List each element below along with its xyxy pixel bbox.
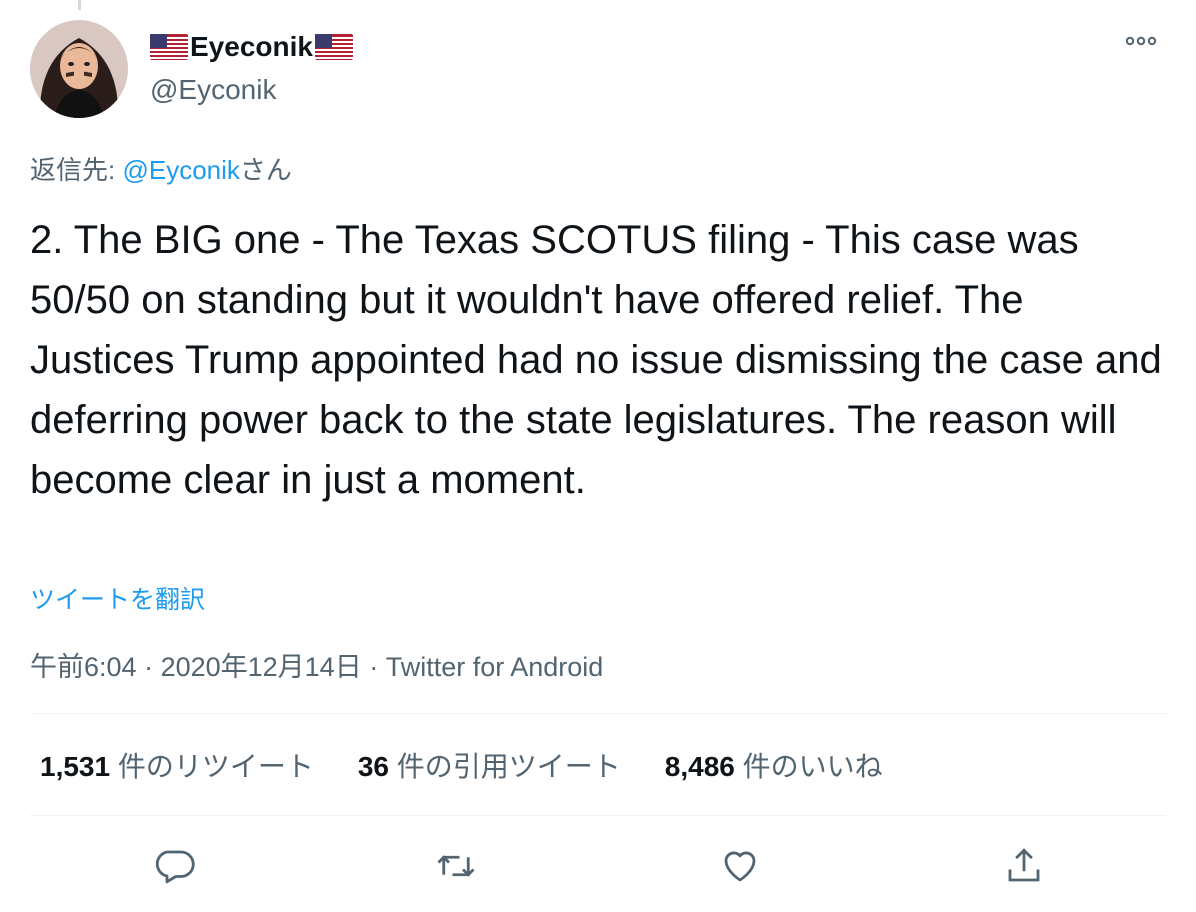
likes-stat[interactable]: 8,486 件のいいね (665, 745, 883, 785)
tweet-time[interactable]: 午前6:04 (30, 652, 137, 682)
author-display-name[interactable]: Eyeconik (150, 28, 353, 66)
quotes-count: 36 (357, 751, 390, 782)
reply-button[interactable] (146, 838, 202, 894)
reply-bubble-icon (155, 850, 195, 884)
us-flag-icon (150, 34, 188, 60)
translate-tweet-link[interactable]: ツイートを翻訳 (30, 580, 205, 616)
share-button[interactable] (996, 838, 1052, 894)
reply-to-line: 返信先: @Eyconikさん (30, 150, 292, 187)
divider (30, 713, 1166, 714)
quote-tweets-stat[interactable]: 36 件の引用ツイート (358, 745, 621, 785)
us-flag-icon (314, 34, 353, 60)
tweet-text: 2. The BIG one - The Texas SCOTUS filing… (30, 218, 1162, 502)
retweets-stat[interactable]: 1,531 件のリツイート (40, 745, 314, 785)
likes-label: 件のいいね (734, 751, 883, 782)
author-names: Eyeconik @Eyconik (150, 28, 353, 110)
share-icon (1008, 848, 1040, 882)
tweet-actions (30, 838, 1166, 894)
meta-separator: · (136, 652, 161, 682)
author-handle[interactable]: @Eyconik (150, 70, 353, 110)
quotes-label: 件の引用ツイート (389, 751, 621, 782)
heart-icon (724, 851, 756, 882)
tweet-date[interactable]: 2020年12月14日 (161, 652, 362, 682)
tweet-stats: 1,531 件のリツイート 36 件の引用ツイート 8,486 件のいいね (40, 745, 883, 785)
tweet-detail: Eyeconik @Eyconik 返信先: @Eyconikさん 2. The… (0, 0, 1196, 912)
thread-connector-line (78, 0, 81, 10)
reply-to-prefix: 返信先: (30, 155, 123, 185)
tweet-metadata: 午前6:04 · 2020年12月14日 · Twitter for Andro… (30, 645, 603, 684)
likes-count: 8,486 (664, 751, 735, 782)
reply-to-mention[interactable]: @Eyconik (122, 155, 239, 185)
avatar[interactable] (30, 20, 128, 118)
meta-separator: · (361, 652, 386, 682)
like-button[interactable] (712, 838, 768, 894)
more-horizontal-icon[interactable] (1124, 30, 1158, 52)
tweet-source[interactable]: Twitter for Android (386, 652, 604, 682)
display-name-text: Eyeconik (190, 31, 313, 62)
reply-to-suffix: さん (239, 155, 292, 185)
retweets-label: 件のリツイート (110, 751, 314, 782)
divider (30, 815, 1166, 816)
retweet-button[interactable] (428, 838, 484, 894)
retweet-icon (437, 855, 475, 877)
tweet-header: Eyeconik @Eyconik (30, 20, 1166, 120)
retweets-count: 1,531 (40, 751, 111, 782)
